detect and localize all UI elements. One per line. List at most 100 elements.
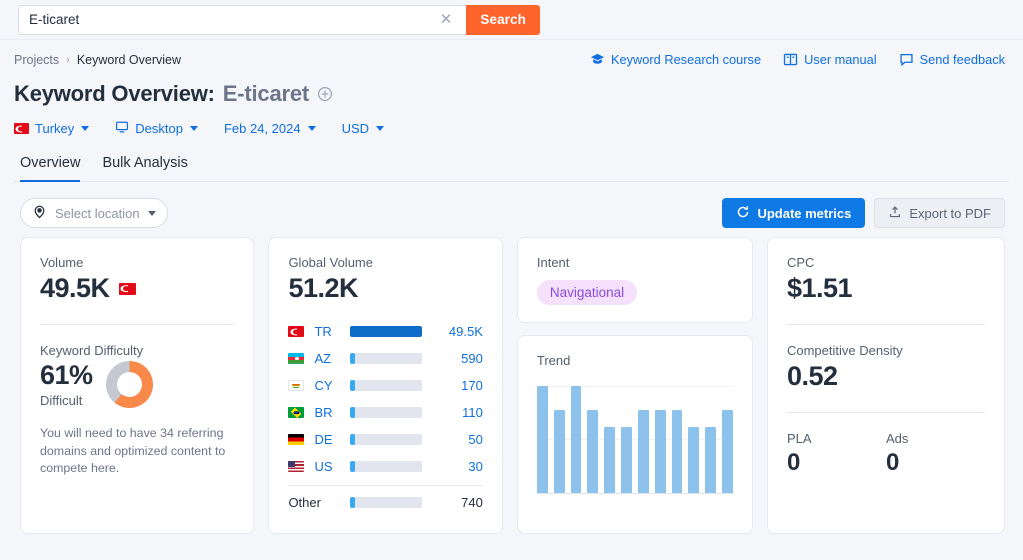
select-location-label: Select location	[55, 206, 140, 221]
country-selector[interactable]: Turkey	[14, 121, 89, 136]
keyword-difficulty-word: Difficult	[40, 393, 93, 408]
country-volume-value: 170	[422, 378, 482, 393]
search-input[interactable]	[29, 12, 434, 27]
export-to-pdf-label: Export to PDF	[909, 206, 991, 221]
trend-bar	[672, 410, 683, 493]
volume-label: Volume	[40, 255, 234, 270]
user-manual-link[interactable]: User manual	[783, 52, 877, 67]
country-flag	[288, 461, 314, 472]
global-volume-card: Global Volume 51.2K TR 49.5K AZ 590 CY 1…	[268, 237, 502, 534]
breadcrumb-current: Keyword Overview	[77, 53, 181, 67]
intent-label: Intent	[537, 255, 733, 270]
volume-value: 49.5K	[40, 273, 110, 304]
keyword-difficulty-values: 61% Difficult	[40, 360, 93, 408]
pla-ads-row: PLA 0 Ads 0	[787, 431, 985, 477]
volume-card: Volume 49.5K Keyword Difficulty 61% Diff…	[20, 237, 254, 534]
search-field[interactable]: ✕	[18, 5, 466, 35]
chevron-down-icon	[376, 126, 384, 131]
country-volume-value: 50	[422, 432, 482, 447]
intent-trend-column: Intent Navigational Trend	[517, 237, 753, 534]
country-flag	[288, 353, 314, 364]
tab-bulk-analysis[interactable]: Bulk Analysis	[102, 155, 187, 182]
trend-chart	[537, 386, 733, 494]
trend-bar	[655, 410, 666, 493]
keyword-difficulty-label: Keyword Difficulty	[40, 343, 234, 358]
divider	[288, 485, 482, 486]
ads-label: Ads	[886, 431, 985, 446]
volume-bar-track	[350, 407, 422, 418]
map-pin-icon	[32, 204, 47, 222]
table-row: TR 49.5K	[288, 318, 482, 345]
flag-cy-icon	[288, 380, 304, 391]
country-flag	[288, 380, 314, 391]
device-selector-label: Desktop	[135, 121, 183, 136]
chart-baseline	[537, 493, 733, 494]
volume-bar-track	[350, 434, 422, 445]
date-selector[interactable]: Feb 24, 2024	[224, 121, 316, 136]
volume-bar-track	[350, 380, 422, 391]
trend-bar	[638, 410, 649, 493]
table-row-other: Other 740	[288, 489, 482, 516]
trend-bar	[705, 427, 716, 493]
keyword-difficulty-note: You will need to have 34 referring domai…	[40, 425, 234, 478]
export-to-pdf-button[interactable]: Export to PDF	[874, 198, 1005, 228]
refresh-icon	[736, 205, 750, 222]
search-button[interactable]: Search	[466, 5, 540, 35]
trend-label: Trend	[537, 353, 733, 368]
country-code[interactable]: BR	[314, 405, 350, 420]
tab-bar: Overview Bulk Analysis	[14, 155, 1009, 182]
tab-overview[interactable]: Overview	[20, 155, 80, 182]
country-selector-label: Turkey	[35, 121, 74, 136]
divider	[40, 324, 234, 325]
competitive-density-label: Competitive Density	[787, 343, 985, 358]
volume-bar-track	[350, 326, 422, 337]
update-metrics-label: Update metrics	[757, 206, 851, 221]
upload-icon	[888, 205, 902, 222]
date-selector-label: Feb 24, 2024	[224, 121, 301, 136]
competitive-density-value: 0.52	[787, 361, 985, 392]
global-volume-list: TR 49.5K AZ 590 CY 170 BR 110 DE 50 US 3…	[288, 318, 482, 516]
search-wrapper: ✕ Search	[18, 5, 540, 35]
keyword-difficulty-percent: 61%	[40, 360, 93, 391]
country-volume-value: 110	[422, 405, 482, 420]
country-code[interactable]: CY	[314, 378, 350, 393]
other-volume-value: 740	[422, 495, 482, 510]
keyword-difficulty-row: 61% Difficult	[40, 360, 234, 408]
close-x-icon[interactable]: ✕	[434, 12, 459, 27]
speech-bubble-icon	[899, 52, 914, 67]
trend-bar	[722, 410, 733, 493]
divider	[787, 412, 985, 413]
control-row: Turkey Desktop Feb 24, 2024 USD	[14, 120, 1009, 137]
country-code[interactable]: US	[314, 459, 350, 474]
plus-circle-icon[interactable]	[317, 86, 333, 102]
country-code[interactable]: DE	[314, 432, 350, 447]
device-selector[interactable]: Desktop	[115, 120, 198, 137]
currency-selector[interactable]: USD	[342, 121, 384, 136]
keyword-research-course-link[interactable]: Keyword Research course	[590, 52, 761, 67]
table-row: BR 110	[288, 399, 482, 426]
user-manual-label: User manual	[804, 52, 877, 67]
update-metrics-button[interactable]: Update metrics	[722, 198, 865, 228]
trend-bar	[604, 427, 615, 493]
intent-card: Intent Navigational	[517, 237, 753, 323]
breadcrumb-projects[interactable]: Projects	[14, 53, 59, 67]
table-row: AZ 590	[288, 345, 482, 372]
divider	[787, 324, 985, 325]
country-volume-value: 30	[422, 459, 482, 474]
table-row: DE 50	[288, 426, 482, 453]
flag-tr-icon	[14, 123, 29, 134]
chevron-down-icon	[148, 211, 156, 216]
ads-value: 0	[886, 449, 985, 477]
trend-bar	[587, 410, 598, 493]
pla-value: 0	[787, 449, 886, 477]
select-location-dropdown[interactable]: Select location	[20, 198, 168, 228]
send-feedback-link[interactable]: Send feedback	[899, 52, 1005, 67]
currency-selector-label: USD	[342, 121, 369, 136]
flag-tr-icon	[288, 326, 304, 337]
country-code[interactable]: AZ	[314, 351, 350, 366]
country-code[interactable]: TR	[314, 324, 350, 339]
flag-de-icon	[288, 434, 304, 445]
flag-us-icon	[288, 461, 304, 472]
trend-card: Trend	[517, 335, 753, 534]
send-feedback-label: Send feedback	[920, 52, 1005, 67]
